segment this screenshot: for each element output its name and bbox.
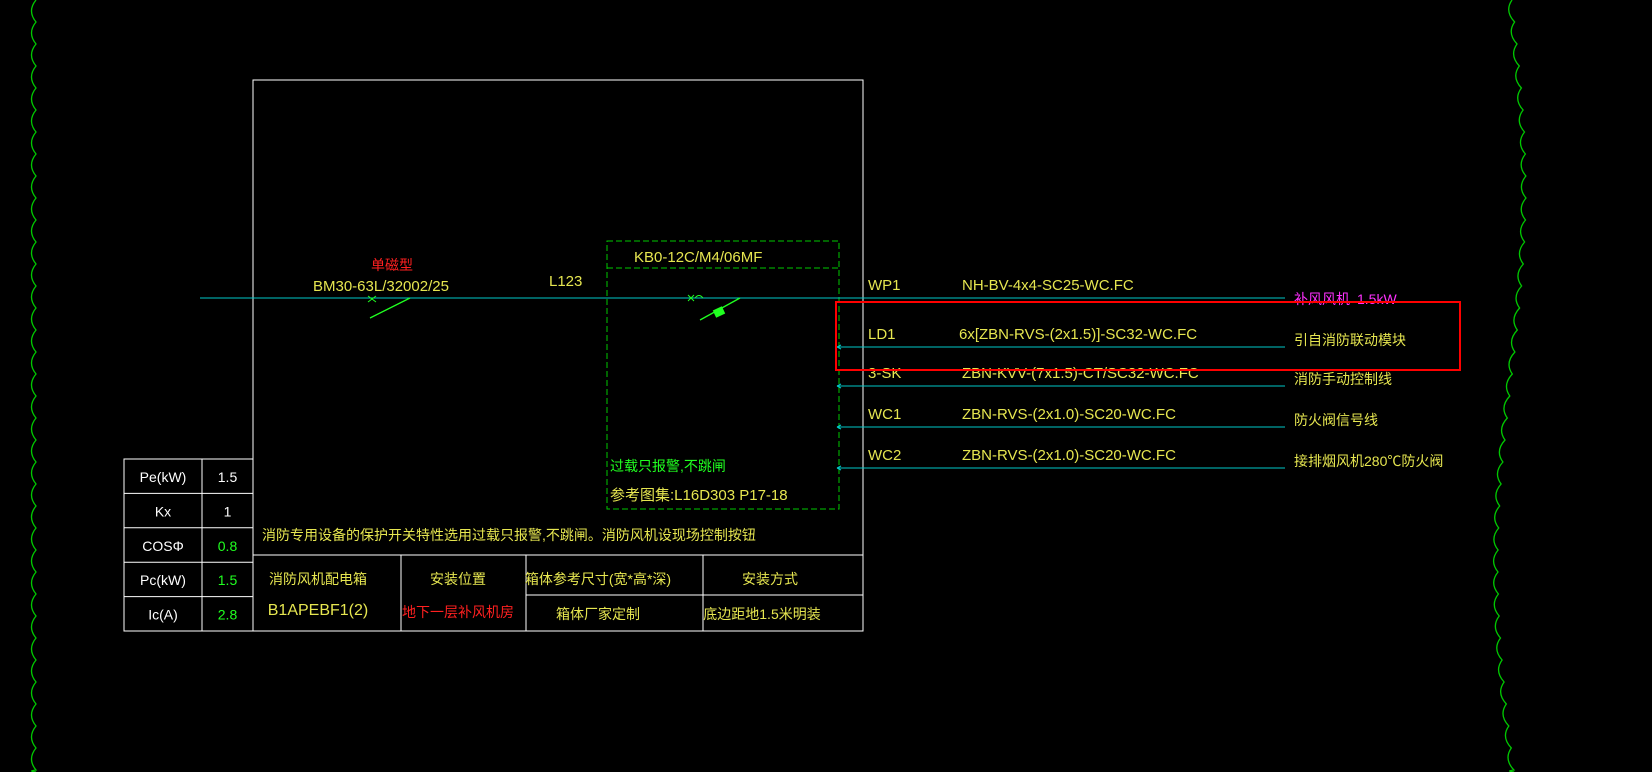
load-table: Pe(kW) 1.5 Kx 1 COSΦ 0.8 Pc(kW) 1.5 Ic(A) 2.8: [123, 458, 254, 632]
location-value: 地下一层补风机房: [402, 604, 514, 620]
circuit-destination: 接排烟风机280℃防火阀: [1294, 453, 1443, 469]
load-table-label: Kx: [155, 503, 171, 519]
main-breaker-symbol: [367, 295, 411, 319]
protection-switch-symbol: [687, 294, 741, 321]
circuit-id: WC1: [868, 406, 901, 423]
main-breaker-model: BM30-63L/32002/25: [313, 278, 449, 295]
circuit-destination: 防火阀信号线: [1294, 412, 1378, 428]
circuit-cable: 6x[ZBN-RVS-(2x1.5)]-SC32-WC.FC: [959, 326, 1197, 343]
circuit-1: LD1 6x[ZBN-RVS-(2x1.5)]-SC32-WC.FC 引自消防联动模…: [836, 326, 1406, 350]
load-table-value: 1.5: [218, 572, 238, 588]
load-table-value: 2.8: [218, 607, 238, 623]
protection-device-model: KB0-12C/M4/06MF: [634, 249, 762, 266]
circuit-cable: ZBN-KVV-(7x1.5)-CT/SC32-WC.FC: [962, 365, 1199, 382]
outgoing-circuits: WP1 NH-BV-4x4-SC25-WC.FC 补风风机 1.5kW LD1 6x[ZB…: [836, 277, 1443, 471]
wiring-diagram: 单磁型 BM30-63L/32002/25 L123 KB0-12C/M4/06…: [30, 0, 1527, 772]
circuit-cable: NH-BV-4x4-SC25-WC.FC: [962, 277, 1134, 294]
circuit-destination: 消防手动控制线: [1294, 371, 1392, 387]
breaker-type-note: 单磁型: [371, 257, 413, 273]
load-table-label: Pc(kW): [140, 572, 186, 588]
circuit-power: 1.5kW: [1357, 291, 1397, 307]
circuit-id: WC2: [868, 447, 901, 464]
load-table-value: 1: [224, 503, 232, 519]
circuit-id: 3-SK: [868, 365, 901, 382]
load-table-label: Ic(A): [148, 607, 178, 623]
circuit-cable: ZBN-RVS-(2x1.0)-SC20-WC.FC: [962, 447, 1176, 464]
panel-name: 消防风机配电箱: [269, 571, 367, 587]
revision-cloud-right: [1492, 0, 1527, 772]
title-block: 消防风机配电箱 B1APEBF1(2) 安装位置 地下一层补风机房 箱体参考尺寸…: [253, 554, 863, 631]
size-value: 箱体厂家定制: [556, 606, 640, 622]
revision-cloud-left: [30, 0, 38, 772]
panel-note: 消防专用设备的保护开关特性选用过载只报警,不跳闸。消防风机设现场控制按钮: [262, 527, 756, 543]
load-table-value: 1.5: [218, 469, 238, 485]
circuit-id: WP1: [868, 277, 901, 294]
protection-reference: 参考图集:L16D303 P17-18: [610, 487, 788, 504]
circuit-destination: 引自消防联动模块: [1294, 332, 1406, 348]
phase-label: L123: [549, 273, 582, 290]
circuit-id: LD1: [868, 326, 896, 343]
load-table-value: 0.8: [218, 538, 238, 554]
load-table-label: Pe(kW): [140, 469, 187, 485]
protection-note: 过载只报警,不跳闸: [610, 458, 726, 474]
size-header: 箱体参考尺寸(宽*高*深): [525, 571, 671, 587]
circuit-cable: ZBN-RVS-(2x1.0)-SC20-WC.FC: [962, 406, 1176, 423]
panel-code: B1APEBF1(2): [268, 602, 368, 619]
location-header: 安装位置: [430, 571, 486, 587]
circuit-destination: 补风风机: [1294, 291, 1350, 307]
circuit-2: 3-SK ZBN-KVV-(7x1.5)-CT/SC32-WC.FC 消防手动控制线: [836, 365, 1392, 389]
mount-value: 底边距地1.5米明装: [703, 606, 820, 622]
circuit-4: WC2 ZBN-RVS-(2x1.0)-SC20-WC.FC 接排烟风机280℃防火…: [836, 447, 1443, 471]
circuit-3: WC1 ZBN-RVS-(2x1.0)-SC20-WC.FC 防火阀信号线: [836, 406, 1378, 430]
mount-header: 安装方式: [742, 571, 798, 587]
panel-frame: [252, 79, 864, 632]
load-table-label: COSΦ: [142, 538, 184, 554]
